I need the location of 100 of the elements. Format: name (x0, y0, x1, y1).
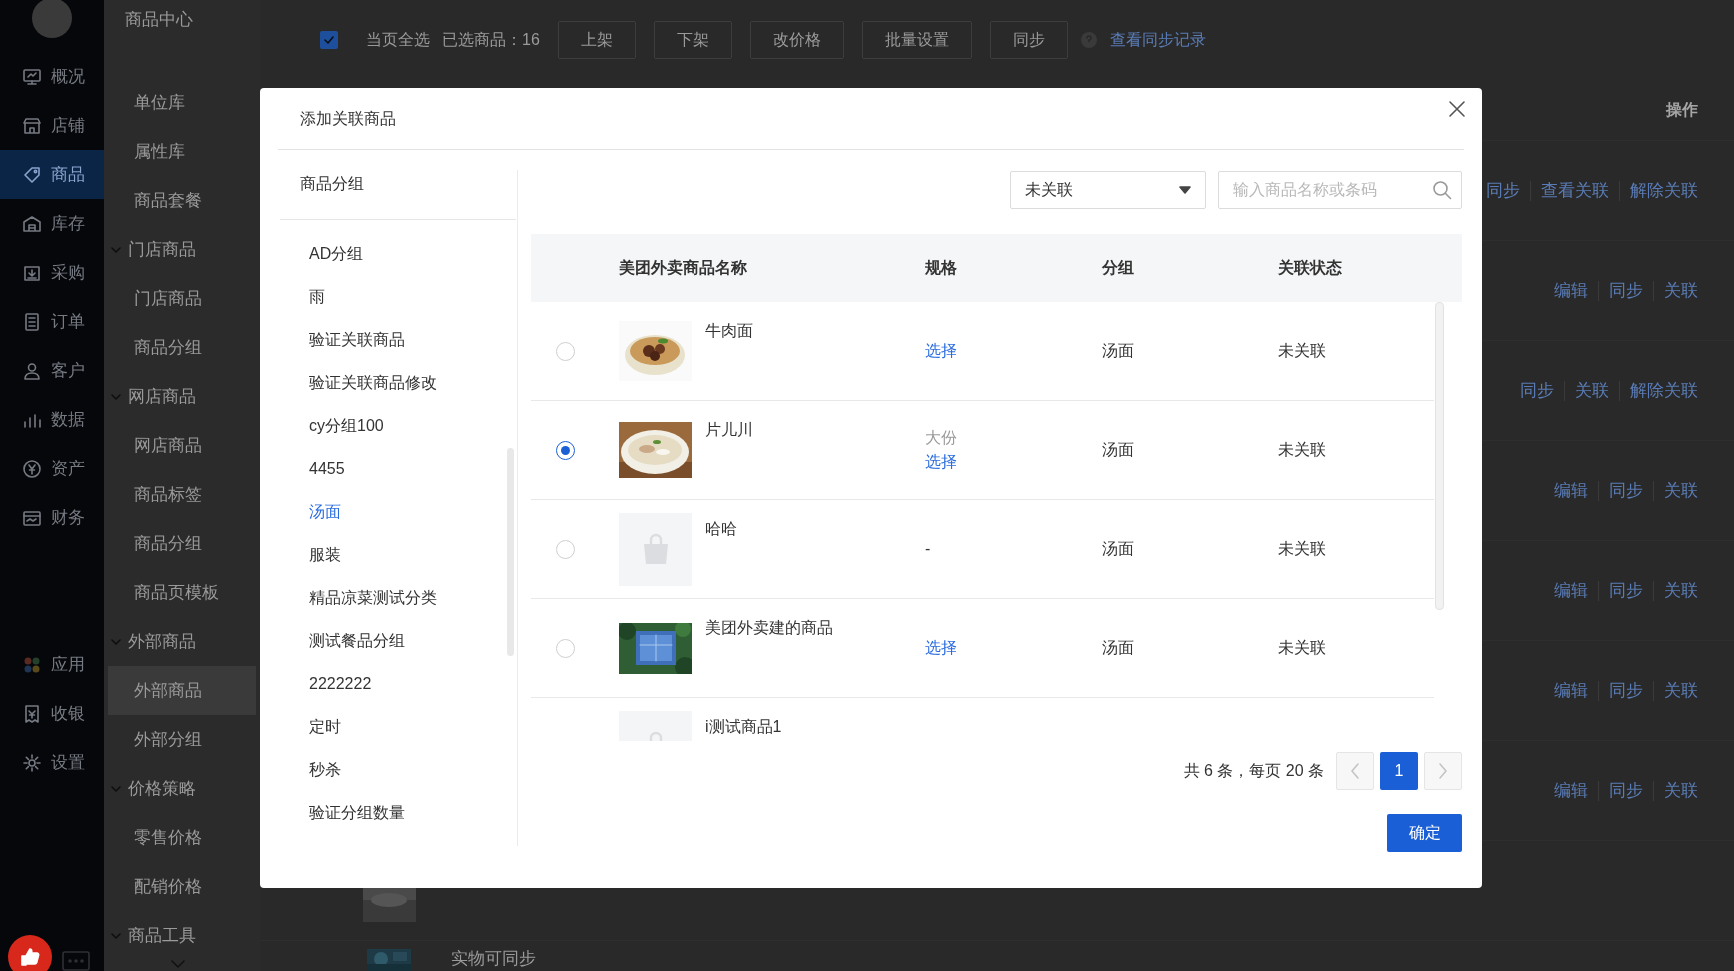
action-link[interactable]: 同步 (1598, 680, 1653, 701)
toolbar-button[interactable]: 改价格 (749, 21, 844, 59)
filter-dropdown[interactable]: 未关联 (1010, 171, 1206, 209)
nav-item[interactable]: 店铺 (0, 101, 104, 150)
nav-item[interactable]: 采购 (0, 248, 104, 297)
check-icon (323, 34, 335, 46)
person-icon (22, 360, 42, 381)
select-link[interactable]: 选择 (925, 450, 957, 474)
group-item[interactable]: 汤面 (280, 490, 517, 533)
previous-page-button[interactable] (1336, 752, 1374, 790)
group-item[interactable]: 4455 (280, 447, 517, 490)
selected-count: 已选商品：16 (442, 30, 540, 50)
sidebar-item[interactable]: 商品页模板 (108, 568, 256, 617)
avatar[interactable] (32, 0, 72, 38)
chat-icon[interactable] (62, 951, 90, 971)
nav-item[interactable]: 商品 (0, 150, 104, 199)
action-link[interactable]: 同步 (1598, 780, 1653, 801)
close-button[interactable] (1446, 98, 1468, 120)
sidebar-group[interactable]: 价格策略 (104, 764, 260, 813)
nav-item[interactable]: 资产 (0, 444, 104, 493)
action-link[interactable]: 关联 (1653, 780, 1698, 801)
sync-log-link[interactable]: 查看同步记录 (1109, 28, 1206, 52)
confirm-button[interactable]: 确定 (1387, 814, 1462, 852)
column-header: 美团外卖商品名称 (619, 259, 747, 276)
group-item[interactable]: 精品凉菜测试分类 (280, 576, 517, 619)
sidebar-item[interactable]: 商品分组 (108, 519, 256, 568)
action-link[interactable]: 编辑 (1544, 780, 1598, 801)
column-header: 分组 (1102, 259, 1134, 276)
group-item[interactable]: 验证分组数量 (280, 791, 517, 834)
sidebar-item[interactable]: 网店商品 (108, 421, 256, 470)
action-link[interactable]: 解除关联 (1619, 380, 1698, 401)
sidebar-item[interactable]: 外部商品 (108, 666, 256, 715)
sidebar-item[interactable]: 属性库 (108, 127, 256, 176)
action-link[interactable]: 解除关联 (1619, 180, 1698, 201)
group-item[interactable]: 测试餐品分组 (280, 619, 517, 662)
table-cell: 汤面 (1102, 441, 1134, 458)
search-field[interactable]: 输入商品名称或条码 (1218, 171, 1462, 209)
action-link[interactable]: 编辑 (1544, 480, 1598, 501)
toolbar-button[interactable]: 上架 (557, 21, 636, 59)
sidebar-group[interactable]: 外部商品 (104, 617, 260, 666)
group-item[interactable]: 服装 (280, 533, 517, 576)
sidebar-group[interactable]: 商品工具 (104, 911, 260, 960)
group-item[interactable]: AD分组 (280, 232, 517, 275)
toolbar-button[interactable]: 下架 (653, 21, 732, 59)
action-link[interactable]: 同步 (1598, 480, 1653, 501)
action-link[interactable]: 编辑 (1544, 280, 1598, 301)
nav-item[interactable]: 库存 (0, 199, 104, 248)
toolbar-button[interactable]: 批量设置 (861, 21, 972, 59)
nav-item[interactable]: 订单 (0, 297, 104, 346)
select-link[interactable]: 选择 (925, 636, 957, 660)
action-link[interactable]: 关联 (1653, 480, 1698, 501)
nav-item[interactable]: 概况 (0, 52, 104, 101)
search-icon[interactable] (1432, 180, 1452, 200)
sidebar-item[interactable]: 零售价格 (108, 813, 256, 862)
nav-item[interactable]: 设置 (0, 738, 104, 787)
nav-item[interactable]: 应用 (0, 640, 104, 689)
scrollbar[interactable] (1435, 302, 1444, 610)
group-item[interactable]: 验证关联商品修改 (280, 361, 517, 404)
sidebar-group[interactable]: 门店商品 (104, 225, 260, 274)
action-link[interactable]: 同步 (1598, 280, 1653, 301)
sidebar-item[interactable]: 商品分组 (108, 323, 256, 372)
tag-icon (22, 164, 42, 185)
sidebar-item[interactable]: 外部分组 (108, 715, 256, 764)
sidebar-item[interactable]: 单位库 (108, 78, 256, 127)
radio-button[interactable] (556, 440, 575, 460)
page-button[interactable]: 1 (1380, 752, 1418, 790)
group-item[interactable]: 秒杀 (280, 748, 517, 791)
monitor-icon (22, 66, 42, 87)
group-item[interactable]: 定时 (280, 705, 517, 748)
nav-item[interactable]: 数据 (0, 395, 104, 444)
chevron-down-icon[interactable] (170, 959, 186, 969)
checkbox[interactable] (320, 31, 338, 49)
sidebar-item[interactable]: 门店商品 (108, 274, 256, 323)
sidebar-item[interactable]: 配销价格 (108, 862, 256, 911)
nav-item[interactable]: 收银 (0, 689, 104, 738)
action-link[interactable]: 同步 (1598, 580, 1653, 601)
action-link[interactable]: 关联 (1653, 680, 1698, 701)
action-link[interactable]: 关联 (1653, 580, 1698, 601)
table-cell: 未关联 (1278, 639, 1326, 656)
action-link[interactable]: 关联 (1564, 380, 1619, 401)
action-link[interactable]: 同步 (1510, 380, 1564, 401)
action-link[interactable]: 编辑 (1544, 580, 1598, 601)
action-link[interactable]: 关联 (1653, 280, 1698, 301)
next-page-button[interactable] (1424, 752, 1462, 790)
table-cell: 未关联 (1278, 342, 1326, 359)
select-link[interactable]: 选择 (925, 339, 957, 363)
group-item[interactable]: 雨 (280, 275, 517, 318)
toolbar-button[interactable]: 同步 (989, 21, 1068, 59)
group-item[interactable]: cy分组100 (280, 404, 517, 447)
sidebar-item[interactable]: 商品套餐 (108, 176, 256, 225)
group-item[interactable]: 2222222 (280, 662, 517, 705)
action-link[interactable]: 查看关联 (1530, 180, 1619, 201)
action-link[interactable]: 编辑 (1544, 680, 1598, 701)
group-item[interactable]: 验证关联商品 (280, 318, 517, 361)
sidebar-group[interactable]: 网店商品 (104, 372, 260, 421)
nav-item[interactable]: 财务 (0, 493, 104, 542)
sidebar-item[interactable]: 商品标签 (108, 470, 256, 519)
nav-item[interactable]: 客户 (0, 346, 104, 395)
feedback-button[interactable] (8, 935, 52, 971)
warehouse-icon (22, 213, 42, 234)
